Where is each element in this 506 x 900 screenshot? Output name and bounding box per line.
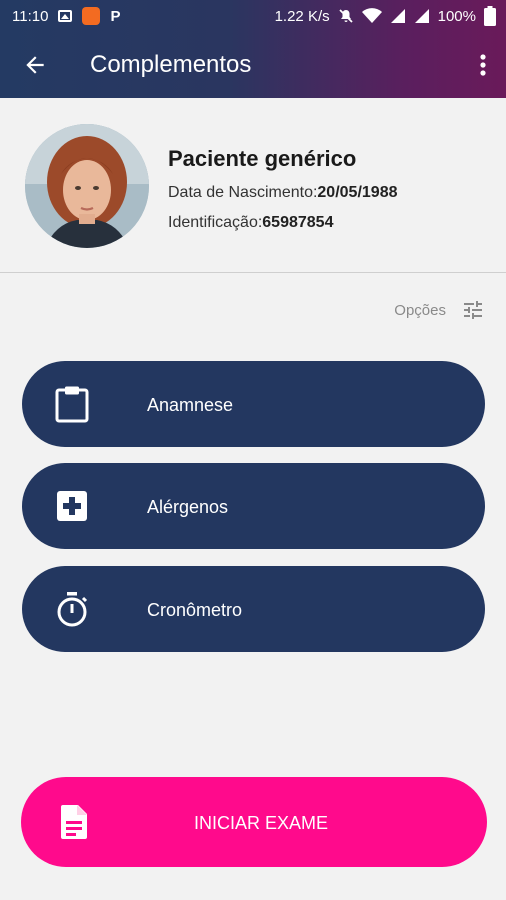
dob-value: 20/05/1988 [317, 184, 398, 201]
cronometro-label: Cronômetro [147, 600, 243, 620]
clipboard-icon [55, 386, 89, 423]
signal-icon [390, 9, 405, 23]
id-row: Identificação:65987854 [168, 214, 333, 232]
more-vert-icon[interactable] [478, 52, 488, 78]
patient-name: Paciente genérico [168, 146, 357, 171]
image-notification-icon [58, 10, 73, 22]
start-exam-button[interactable]: INICIAR EXAME [21, 777, 487, 867]
patient-card: Paciente genérico Data de Nascimento:20/… [0, 98, 506, 273]
battery-level: 100% [437, 7, 476, 25]
medical-plus-icon [57, 491, 87, 521]
alergenos-label: Alérgenos [147, 497, 229, 517]
page-title: Complementos [90, 51, 252, 78]
dob-label: Data de Nascimento: [168, 184, 318, 201]
mute-icon [338, 9, 353, 23]
battery-icon [484, 6, 496, 26]
alergenos-button[interactable]: Alérgenos [22, 463, 485, 549]
options-label: Opções [394, 301, 446, 319]
options-button[interactable]: Opções [394, 298, 486, 322]
tune-icon [464, 301, 482, 319]
signal-2-icon [414, 9, 429, 23]
start-exam-label: INICIAR EXAME [193, 813, 329, 833]
status-time: 11:10 [12, 7, 49, 25]
dob-row: Data de Nascimento:20/05/1988 [168, 184, 397, 202]
app-bar: Complementos [0, 32, 506, 98]
cronometro-button[interactable]: Cronômetro [22, 566, 485, 652]
stopwatch-icon [57, 592, 88, 627]
wifi-icon [361, 8, 382, 23]
id-label: Identificação: [168, 214, 263, 231]
arrow-left-icon[interactable] [22, 52, 48, 78]
header-bar: 11:10 P 1.22 K/s 100% Complementos [0, 0, 506, 98]
id-value: 65987854 [262, 214, 334, 231]
avatar [25, 124, 149, 248]
status-bar: 11:10 P 1.22 K/s 100% [0, 0, 506, 32]
anamnese-label: Anamnese [147, 395, 234, 415]
p-notification-icon: P [110, 7, 121, 25]
net-speed: 1.22 K/s [274, 7, 330, 25]
anamnese-button[interactable]: Anamnese [22, 361, 485, 447]
divider [0, 272, 506, 273]
app-notification-icon [82, 7, 101, 25]
